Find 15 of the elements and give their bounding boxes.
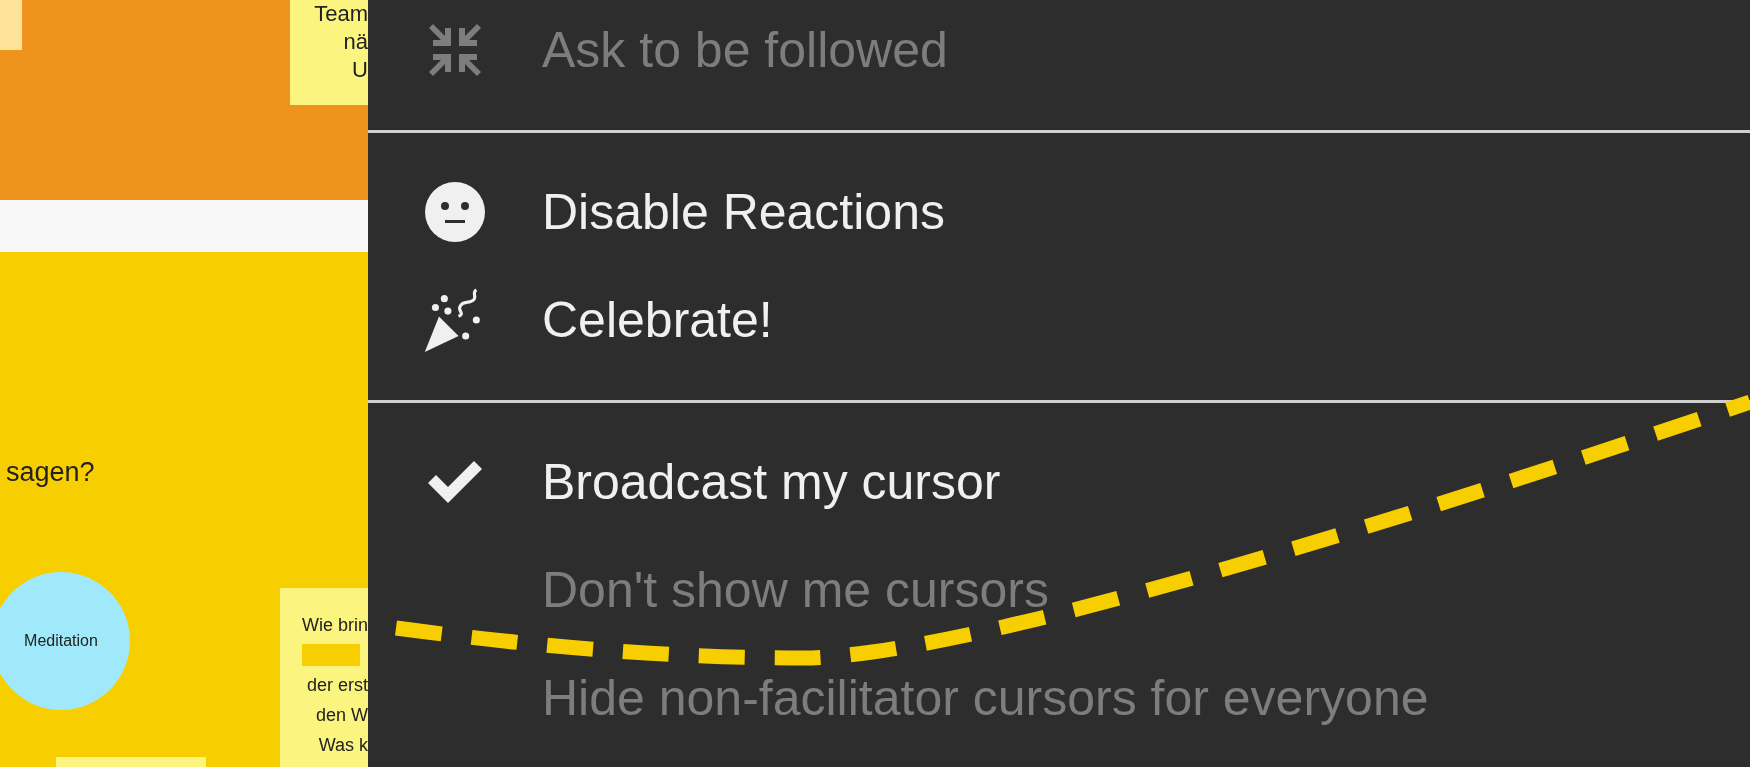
note-text: der erst (306, 674, 368, 697)
covering-shape (302, 644, 360, 666)
menu-item[interactable]: Disable Reactions (368, 158, 1750, 266)
note-text: Wie brin (302, 614, 368, 637)
circle-label: Meditation (24, 631, 98, 651)
note-text: Team (314, 0, 368, 28)
note-text: Was k (318, 734, 368, 757)
question-text: sagen? (6, 456, 95, 489)
sticky-note (0, 0, 22, 50)
note-text: nä (343, 28, 368, 56)
note-text: U (352, 56, 368, 84)
menu-item[interactable]: Celebrate! (368, 266, 1750, 374)
note-text: den W (315, 704, 368, 727)
neutral-face-icon (423, 180, 487, 244)
menu-item[interactable]: Broadcast my cursor (368, 428, 1750, 536)
